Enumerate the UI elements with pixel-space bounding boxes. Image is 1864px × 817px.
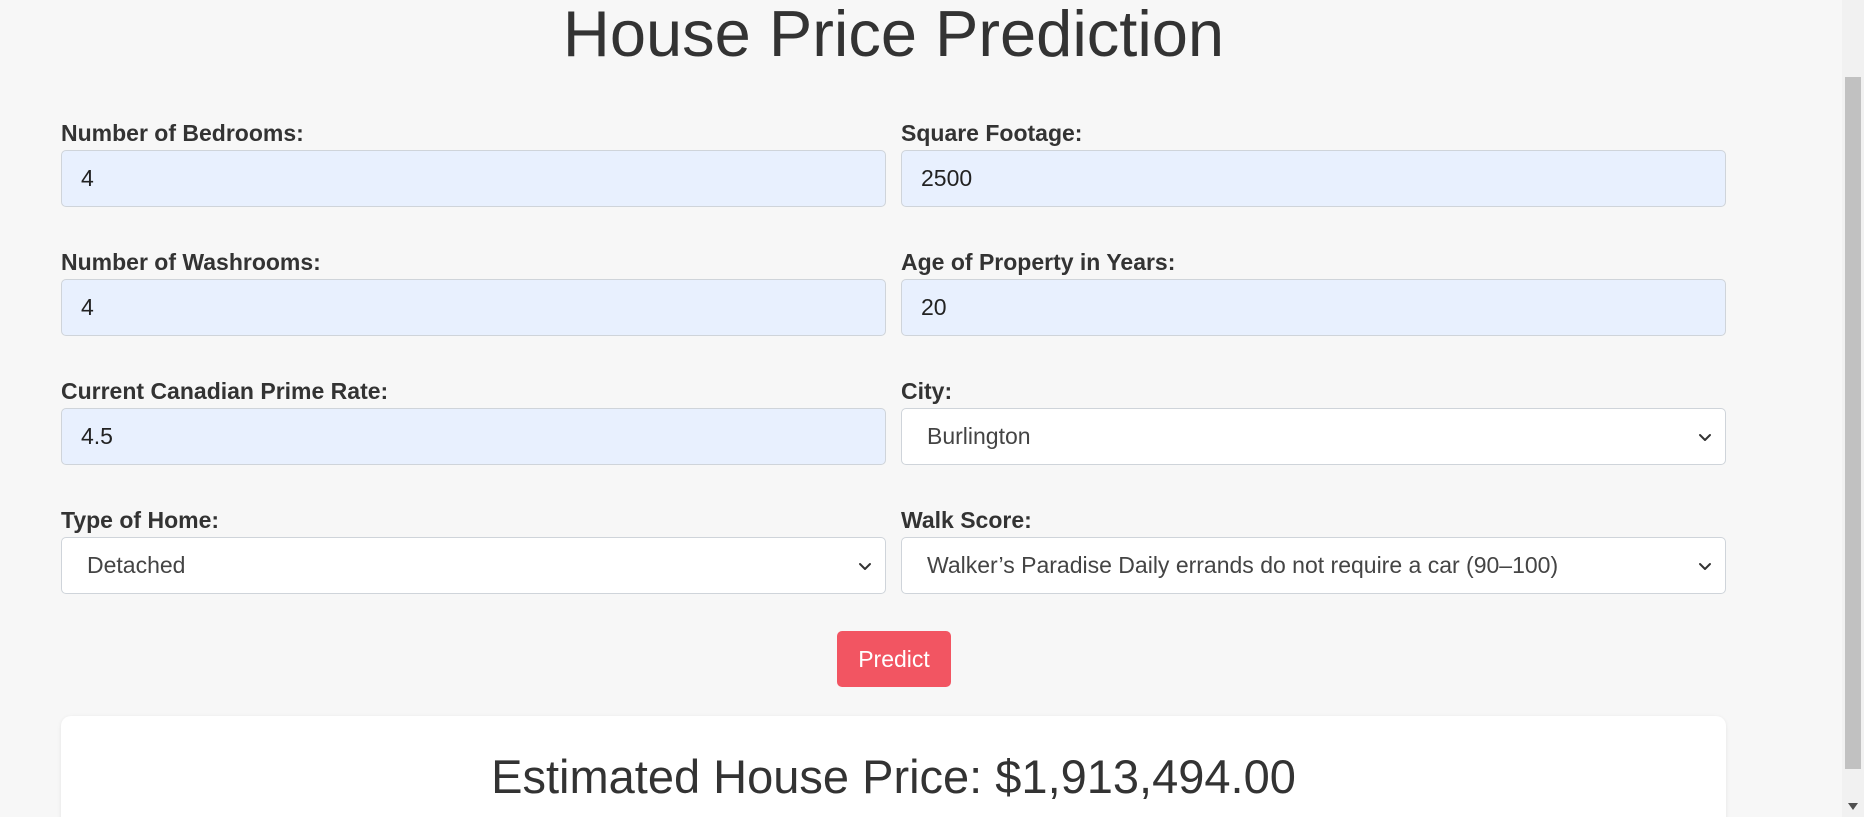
bedrooms-label: Number of Bedrooms: <box>61 120 304 146</box>
page: House Price Prediction Number of Bedroom… <box>0 0 1864 817</box>
chevron-down-icon <box>1699 563 1711 570</box>
prime-rate-label: Current Canadian Prime Rate: <box>61 378 389 404</box>
estimated-price-text: Estimated House Price: $1,913,494.00 <box>491 750 1296 803</box>
city-label: City: <box>901 378 953 404</box>
square-footage-field: Square Footage: <box>901 119 1726 207</box>
scroll-down-arrow-icon[interactable] <box>1848 803 1858 811</box>
walk-score-field: Walk Score: Walker’s Paradise Daily erra… <box>901 506 1726 594</box>
city-select[interactable]: Burlington <box>901 408 1726 465</box>
home-type-label: Type of Home: <box>61 507 220 533</box>
square-footage-input[interactable] <box>901 150 1726 207</box>
predict-button[interactable]: Predict <box>837 631 951 687</box>
prime-rate-field: Current Canadian Prime Rate: <box>61 377 886 465</box>
washrooms-label: Number of Washrooms: <box>61 249 321 275</box>
age-label: Age of Property in Years: <box>901 249 1176 275</box>
home-type-field: Type of Home: Detached <box>61 506 886 594</box>
vertical-scrollbar[interactable] <box>1842 0 1864 817</box>
walk-score-select[interactable]: Walker’s Paradise Daily errands do not r… <box>901 537 1726 594</box>
result-card: Estimated House Price: $1,913,494.00 <box>61 716 1726 817</box>
home-type-selected-value: Detached <box>87 552 186 578</box>
city-selected-value: Burlington <box>927 423 1031 449</box>
age-input[interactable] <box>901 279 1726 336</box>
page-title: House Price Prediction <box>562 0 1225 70</box>
home-type-select[interactable]: Detached <box>61 537 886 594</box>
chevron-down-icon <box>1699 434 1711 441</box>
city-field: City: Burlington <box>901 377 1726 465</box>
scrollbar-thumb[interactable] <box>1845 77 1861 769</box>
walk-score-label: Walk Score: <box>901 507 1032 533</box>
age-field: Age of Property in Years: <box>901 248 1726 336</box>
walk-score-selected-value: Walker’s Paradise Daily errands do not r… <box>927 552 1559 578</box>
washrooms-field: Number of Washrooms: <box>61 248 886 336</box>
square-footage-label: Square Footage: <box>901 120 1083 146</box>
washrooms-input[interactable] <box>61 279 886 336</box>
prime-rate-input[interactable] <box>61 408 886 465</box>
bedrooms-field: Number of Bedrooms: <box>61 119 886 207</box>
chevron-down-icon <box>859 563 871 570</box>
bedrooms-input[interactable] <box>61 150 886 207</box>
